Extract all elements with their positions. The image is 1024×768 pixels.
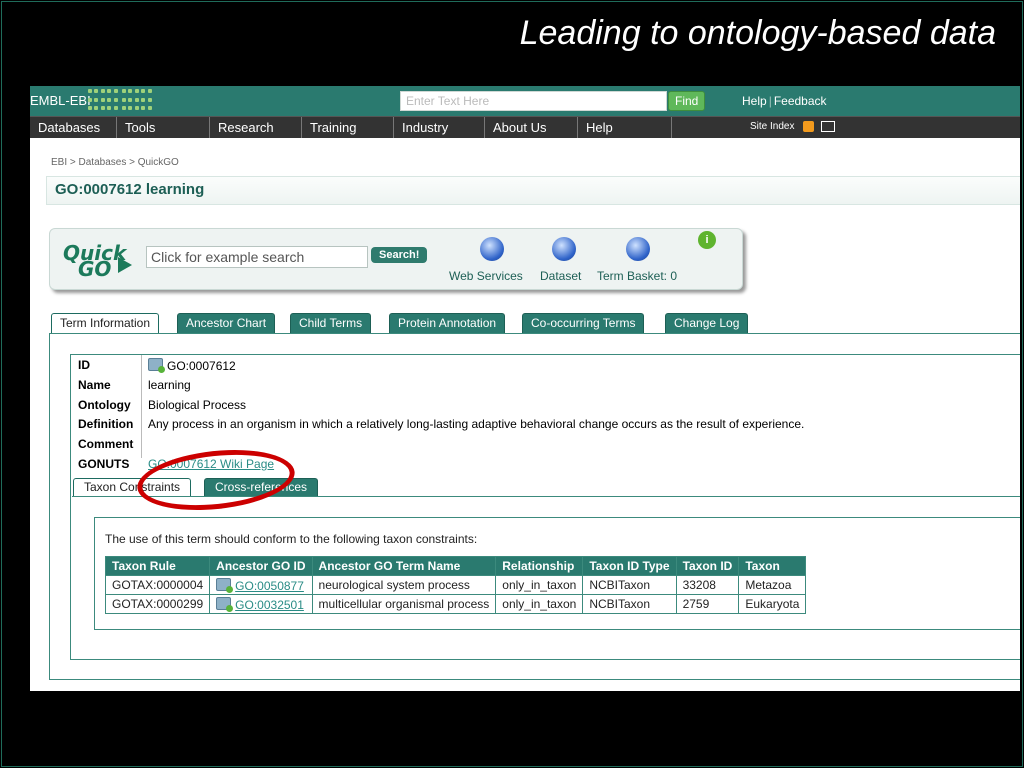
taxon-id-type-cell: NCBITaxon: [582, 594, 677, 614]
taxon-id-type-cell: NCBITaxon: [582, 575, 677, 595]
nav-research[interactable]: Research: [210, 117, 302, 138]
page-title: GO:0007612 learning: [55, 181, 205, 198]
find-button[interactable]: Find: [668, 91, 706, 111]
ebi-logo-dots-icon: [88, 89, 118, 113]
taxon-constraints-box: The use of this term should conform to t…: [94, 517, 1020, 630]
taxon-id-cell: 2759: [675, 594, 740, 614]
ontology-value: Biological Process: [148, 398, 247, 412]
basket-icon[interactable]: [626, 237, 650, 261]
breadcrumb: EBI > Databases > QuickGO: [51, 157, 179, 168]
dataset-icon[interactable]: [552, 237, 576, 261]
ebi-logo-dots-icon: [122, 89, 152, 113]
id-label: ID: [78, 358, 90, 372]
table-row: GOTAX:0000299 GO:0032501 multicellular o…: [104, 594, 807, 614]
relationship-cell: only_in_taxon: [495, 594, 584, 614]
ancestor-term-name-cell: neurological system process: [311, 575, 497, 595]
ancestor-go-link[interactable]: GO:0032501: [235, 598, 304, 612]
taxon-rule-cell: GOTAX:0000299: [104, 594, 211, 614]
web-services-link[interactable]: Web Services: [449, 269, 523, 283]
nav-industry[interactable]: Industry: [394, 117, 485, 138]
ontology-label: Ontology: [78, 398, 131, 412]
table-row: GOTAX:0000004 GO:0050877 neurological sy…: [104, 575, 807, 595]
browser-screenshot: EMBL-EBI Enter Text Here Find Help | Feedb…: [30, 86, 1020, 691]
ebi-header: EMBL-EBI Enter Text Here Find Help | Feedb…: [30, 86, 1020, 116]
taxon-constraints-panel: The use of this term should conform to t…: [72, 496, 1020, 675]
taxon-intro: The use of this term should conform to t…: [105, 532, 478, 546]
gonuts-label: GONUTS: [78, 457, 130, 471]
quickgo-search-button[interactable]: Search!: [371, 247, 428, 263]
quickgo-search-input[interactable]: Click for example search: [146, 246, 368, 268]
help-feedback-links: Help | Feedback: [742, 94, 827, 108]
taxon-id-cell: 33208: [675, 575, 740, 595]
column-header: Taxon: [738, 556, 807, 576]
site-index-link[interactable]: Site Index: [750, 121, 794, 132]
definition-value: Any process in an organism in which a re…: [148, 417, 805, 431]
feedback-link[interactable]: Feedback: [774, 94, 827, 108]
column-header: Ancestor GO Term Name: [311, 556, 497, 576]
comment-label: Comment: [78, 437, 134, 451]
arrow-icon: [118, 257, 132, 273]
ebi-search-input[interactable]: Enter Text Here: [400, 91, 667, 111]
definition-label: Definition: [78, 417, 134, 431]
table-header-row: Taxon Rule Ancestor GO ID Ancestor GO Te…: [104, 556, 807, 576]
taxon-table: Taxon Rule Ancestor GO ID Ancestor GO Te…: [104, 556, 807, 614]
go-term-icon: [148, 358, 165, 373]
slide-title: Leading to ontology-based data: [519, 14, 996, 52]
divider: [141, 355, 142, 458]
ancestor-go-id-cell: GO:0050877: [209, 575, 313, 595]
taxon-cell: Eukaryota: [738, 594, 807, 614]
globe-icon[interactable]: [480, 237, 504, 261]
site-index: Site Index: [750, 121, 836, 132]
ancestor-term-name-cell: multicellular organismal process: [311, 594, 497, 614]
column-header: Relationship: [495, 556, 584, 576]
dataset-link[interactable]: Dataset: [540, 269, 581, 283]
nav-databases[interactable]: Databases: [30, 117, 117, 138]
relationship-cell: only_in_taxon: [495, 575, 584, 595]
column-header: Taxon ID Type: [582, 556, 677, 576]
id-value: GO:0007612: [148, 358, 236, 373]
nav-tools[interactable]: Tools: [117, 117, 210, 138]
quickgo-logo[interactable]: Quick GO: [58, 241, 132, 281]
nav-training[interactable]: Training: [302, 117, 394, 138]
taxon-rule-cell: GOTAX:0000004: [104, 575, 211, 595]
help-link[interactable]: Help: [742, 94, 767, 108]
tab-child-terms[interactable]: Child Terms: [290, 313, 372, 333]
quickgo-search-panel: Quick GO Click for example search Search…: [49, 228, 743, 290]
name-value: learning: [148, 378, 191, 392]
tab-term-information[interactable]: Term Information: [51, 313, 160, 334]
ebi-logo[interactable]: EMBL-EBI: [30, 93, 91, 108]
print-icon[interactable]: [821, 121, 836, 132]
id-text: GO:0007612: [167, 359, 236, 373]
go-term-icon: [216, 596, 234, 612]
tab-co-occurring-terms[interactable]: Co-occurring Terms: [522, 313, 645, 333]
main-nav: Databases Tools Research Training Indust…: [30, 116, 1020, 138]
go-term-icon: [216, 577, 234, 593]
quickgo-logo-text-go: GO: [78, 257, 112, 281]
rss-icon[interactable]: [803, 121, 815, 132]
info-icon[interactable]: i: [698, 231, 716, 249]
page-title-bar: GO:0007612 learning: [46, 176, 1020, 205]
column-header: Taxon ID: [675, 556, 740, 576]
column-header: Taxon Rule: [104, 556, 211, 576]
ancestor-go-link[interactable]: GO:0050877: [235, 579, 304, 593]
nav-about-us[interactable]: About Us: [485, 117, 578, 138]
tab-change-log[interactable]: Change Log: [665, 313, 749, 333]
tab-protein-annotation[interactable]: Protein Annotation: [389, 313, 506, 333]
name-label: Name: [78, 378, 111, 392]
taxon-cell: Metazoa: [738, 575, 807, 595]
tab-ancestor-chart[interactable]: Ancestor Chart: [177, 313, 276, 333]
term-basket-link[interactable]: Term Basket: 0: [597, 269, 677, 283]
nav-help[interactable]: Help: [578, 117, 672, 138]
ancestor-go-id-cell: GO:0032501: [209, 594, 313, 614]
column-header: Ancestor GO ID: [209, 556, 313, 576]
